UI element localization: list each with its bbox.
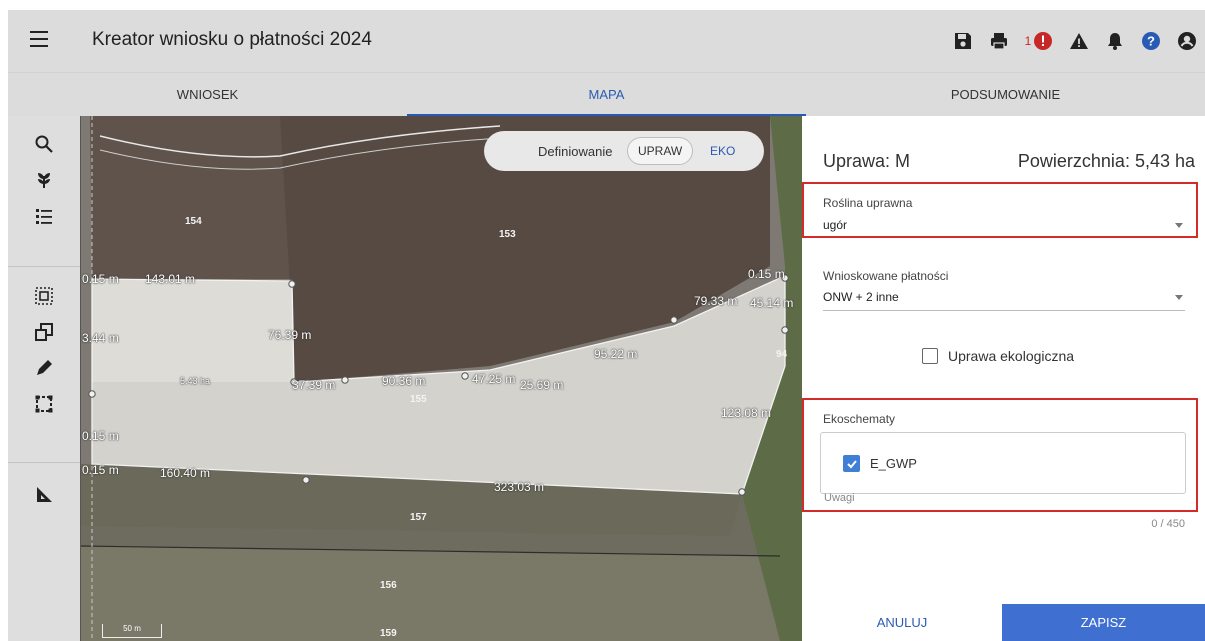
checked-icon[interactable] <box>843 455 860 472</box>
ecoscheme-checkbox[interactable]: E_GWP <box>843 455 917 472</box>
header-toolbar: 1 ? <box>945 10 1205 72</box>
ecoschemes-label: Ekoschematy <box>823 412 896 426</box>
app-header: Kreator wniosku o płatności 2024 1 ? <box>8 10 1205 72</box>
crop-field-highlight <box>802 182 1198 238</box>
payments-underline <box>823 310 1185 311</box>
ecoscheme-label: E_GWP <box>870 456 917 471</box>
mode-eko-button[interactable]: EKO <box>710 144 735 158</box>
select-area-icon[interactable] <box>8 278 80 314</box>
toolbar-divider <box>8 266 80 267</box>
measurement-label: 90.36 m <box>382 374 426 388</box>
measurement-label: 0.15 m <box>748 267 785 281</box>
measurement-label: 3.44 m <box>82 331 119 345</box>
parcel-number: 157 <box>410 512 427 523</box>
measurement-label: 160.40 m <box>160 466 211 480</box>
print-icon[interactable] <box>981 31 1017 51</box>
notes-counter: 0 / 450 <box>1151 518 1185 530</box>
measurement-label: 79.33 m <box>694 294 738 308</box>
payments-field-label: Wnioskowane płatności <box>823 269 949 283</box>
eco-checkbox[interactable]: Uprawa ekologiczna <box>922 348 1074 364</box>
measurement-label: 0.15 m <box>82 429 119 443</box>
crop-select[interactable]: ugór <box>823 218 847 232</box>
rectangle-icon[interactable] <box>8 386 80 422</box>
main-tabs: WNIOSEK MAPA PODSUMOWANIE <box>8 72 1205 116</box>
measurement-label: 123.08 m <box>721 406 772 420</box>
crop-dropdown-icon[interactable] <box>1175 223 1183 228</box>
measurement-label: 47.25 m <box>472 372 516 386</box>
app-title: Kreator wniosku o płatności 2024 <box>92 29 372 50</box>
panel-title: Uprawa: M <box>823 151 911 171</box>
error-count: 1 <box>1024 34 1032 48</box>
mode-switch: Definiowanie UPRAW EKO <box>484 131 764 171</box>
measurement-label: 143.01 m <box>145 272 196 286</box>
notes-input[interactable]: Uwagi <box>824 492 855 504</box>
checkbox-icon[interactable] <box>922 348 938 364</box>
ecoschemes-box: E_GWP <box>820 432 1186 494</box>
parcel-number: 154 <box>185 216 202 227</box>
tab-mapa[interactable]: MAPA <box>407 73 806 116</box>
area-label: 5.43 ha <box>180 376 211 386</box>
save-icon[interactable] <box>945 31 981 51</box>
svg-text:?: ? <box>1147 34 1155 49</box>
parcel-number: 153 <box>499 229 516 240</box>
measurement-label: 0.15 m <box>82 272 119 286</box>
list-icon[interactable] <box>8 198 80 234</box>
plant-icon[interactable] <box>8 162 80 198</box>
toolbar-divider <box>8 462 80 463</box>
help-icon[interactable]: ? <box>1133 31 1169 51</box>
bell-icon[interactable] <box>1097 31 1133 51</box>
parcel-number: 94 <box>776 349 788 360</box>
cancel-button[interactable]: ANULUJ <box>802 604 1002 641</box>
eco-checkbox-label: Uprawa ekologiczna <box>948 348 1075 364</box>
measurement-label: 25.69 m <box>520 378 564 392</box>
measurement-label: 45.14 m <box>750 296 794 310</box>
measurement-label: 323.03 m <box>494 480 545 494</box>
payments-select[interactable]: ONW + 2 inne <box>823 290 899 304</box>
payments-dropdown-icon[interactable] <box>1175 295 1183 300</box>
menu-icon[interactable] <box>30 31 48 47</box>
crop-field-label: Roślina uprawna <box>823 196 913 210</box>
parcel-number: 155 <box>410 394 427 405</box>
save-button[interactable]: ZAPISZ <box>1002 604 1205 641</box>
parcel-number: 159 <box>380 628 397 639</box>
copy-icon[interactable] <box>8 314 80 350</box>
parcel-number: 156 <box>380 580 397 591</box>
ruler-icon[interactable] <box>8 476 80 512</box>
measurement-label: 95.22 m <box>594 347 638 361</box>
crop-details-panel: Uprawa: M Powierzchnia: 5,43 ha Roślina … <box>802 126 1205 641</box>
tab-wniosek[interactable]: WNIOSEK <box>8 73 407 116</box>
measurement-label: 37.39 m <box>292 378 336 392</box>
error-indicator[interactable]: 1 <box>1017 31 1061 51</box>
tab-podsumowanie[interactable]: PODSUMOWANIE <box>806 73 1205 116</box>
map-toolbar <box>8 116 80 641</box>
panel-area: Powierzchnia: 5,43 ha <box>1017 151 1195 171</box>
account-icon[interactable] <box>1169 31 1205 51</box>
warning-icon[interactable] <box>1061 31 1097 51</box>
measurement-label: 76.39 m <box>268 328 312 342</box>
search-icon[interactable] <box>8 126 80 162</box>
measurement-label: 0.15 m <box>82 463 119 477</box>
mode-upraw-button[interactable]: UPRAW <box>627 137 694 165</box>
pencil-icon[interactable] <box>8 350 80 386</box>
map-view[interactable]: Definiowanie UPRAW EKO 154 153 155 157 1… <box>80 116 802 641</box>
error-icon <box>1034 32 1053 50</box>
mode-label: Definiowanie <box>538 143 613 159</box>
scale-bar: 50 m <box>102 624 162 638</box>
